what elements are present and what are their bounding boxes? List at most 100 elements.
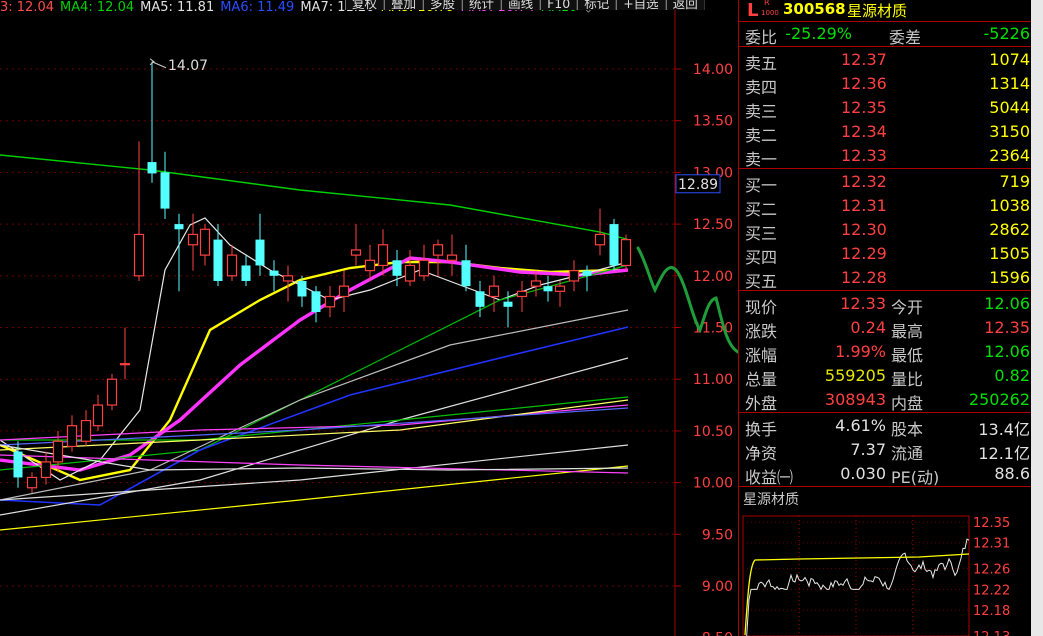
candle-down bbox=[269, 270, 279, 276]
candle-up bbox=[106, 378, 118, 406]
quote-value-2: 12.06 bbox=[984, 342, 1030, 361]
toolbar-btn-7[interactable]: +自选 bbox=[616, 0, 666, 10]
sell-price: 12.35 bbox=[841, 98, 887, 117]
candle-down bbox=[461, 260, 471, 287]
buy-label: 买三 bbox=[745, 224, 778, 243]
ma-legend-2: MA5: 11.81 bbox=[140, 0, 215, 15]
quote-label-2: 最高 bbox=[891, 322, 924, 341]
toolbar-btn-8[interactable]: 返回 bbox=[665, 0, 705, 10]
buy-row-1: 买二 12.31 1038 bbox=[739, 194, 1032, 219]
candle-up bbox=[40, 461, 52, 479]
sell-label: 卖二 bbox=[745, 126, 778, 145]
fund-row-1: 净资 7.37 流通 12.1亿 bbox=[739, 438, 1032, 463]
price-tick: 9.00 bbox=[702, 579, 733, 595]
fund-value: 0.030 bbox=[840, 464, 886, 483]
kline-chart[interactable]: 14.00 13.50 13.00 12.50 12.00 11.50 11.00 10.50… bbox=[0, 0, 738, 636]
fund-label-2: 股本 bbox=[891, 420, 924, 439]
price-tick: 10.00 bbox=[693, 476, 733, 492]
sell-label: 卖四 bbox=[745, 78, 778, 97]
candle-down bbox=[475, 291, 485, 307]
toolbar-btn-1[interactable]: 叠加 bbox=[384, 0, 424, 10]
candle-up bbox=[133, 233, 145, 277]
toolbar-btn-0[interactable]: 复权 bbox=[345, 0, 385, 10]
fund-value: 7.37 bbox=[850, 440, 886, 459]
buy-label: 买四 bbox=[745, 248, 778, 267]
candle-up bbox=[432, 244, 444, 256]
buy-row-3: 买四 12.29 1505 bbox=[739, 242, 1032, 267]
quote-label: 总量 bbox=[745, 370, 778, 389]
price-tick: 9.50 bbox=[702, 527, 733, 543]
candle-up bbox=[620, 239, 632, 267]
fund-label-2: 流通 bbox=[891, 444, 924, 463]
candle-up bbox=[338, 285, 350, 298]
weibi-label: 委比 bbox=[745, 28, 778, 47]
ma-green-top bbox=[0, 154, 631, 241]
mini-price-line bbox=[746, 538, 970, 636]
ma-white-low bbox=[0, 444, 629, 501]
ma-magenta-thick bbox=[0, 256, 629, 472]
fund-label-2: PE(动) bbox=[891, 468, 940, 487]
candle-down bbox=[241, 265, 251, 281]
candle-up bbox=[446, 254, 458, 261]
sell-label: 卖一 bbox=[745, 150, 778, 169]
buy-row-4: 买五 12.28 1596 bbox=[739, 266, 1032, 291]
quote-label-2: 量比 bbox=[891, 370, 924, 389]
candle-up bbox=[554, 285, 566, 292]
buy-row-0: 买一 12.32 719 bbox=[739, 170, 1032, 195]
price-tick: 10.50 bbox=[693, 424, 733, 440]
buy-volume: 719 bbox=[999, 172, 1030, 191]
toolbar-btn-6[interactable]: 标记 bbox=[577, 0, 617, 10]
candle-up bbox=[66, 425, 78, 448]
ma-legend-1: MA4: 12.04 bbox=[60, 0, 135, 15]
toolbar-btn-5[interactable]: F10 bbox=[540, 0, 578, 10]
price-tick: 14.00 bbox=[693, 62, 733, 78]
toolbar-btn-2[interactable]: 多股 bbox=[423, 0, 463, 10]
fund-value-2: 88.6 bbox=[994, 464, 1030, 483]
current-price-label: 12.89 bbox=[678, 177, 718, 193]
weicha-value: -5226 bbox=[983, 24, 1031, 43]
mini-price-tick: 12.35 bbox=[973, 516, 1010, 531]
candle-down bbox=[160, 172, 170, 209]
quote-row-0: 现价 12.33 今开 12.06 bbox=[739, 292, 1032, 317]
candle-up bbox=[364, 259, 376, 272]
candle-down bbox=[174, 224, 184, 230]
buy-volume: 1038 bbox=[989, 196, 1030, 215]
price-tick: 13.50 bbox=[693, 114, 733, 130]
mini-chart-title: 星源材质 bbox=[743, 492, 799, 508]
intraday-mini-chart[interactable]: 12.35 12.31 12.26 12.22 12.18 12.13 bbox=[739, 510, 1032, 636]
sell-row-0: 卖五 12.37 1074 bbox=[739, 48, 1032, 73]
quote-value: 1.99% bbox=[835, 342, 886, 361]
quote-row-1: 涨跌 0.24 最高 12.35 bbox=[739, 316, 1032, 341]
toolbar-btn-4[interactable]: 画线 bbox=[501, 0, 541, 10]
buy-label: 买一 bbox=[745, 176, 778, 195]
sell-volume: 1314 bbox=[989, 74, 1030, 93]
quote-value-2: 0.82 bbox=[994, 366, 1030, 385]
candle-down bbox=[213, 239, 223, 281]
weicha-label: 委差 bbox=[889, 28, 922, 47]
fund-value-2: 13.4亿 bbox=[978, 420, 1030, 439]
stock-logo: L bbox=[747, 0, 759, 21]
mini-avg-line bbox=[744, 553, 970, 636]
buy-volume: 1505 bbox=[989, 244, 1030, 263]
quote-value: 308943 bbox=[824, 390, 886, 409]
quote-label-2: 今开 bbox=[891, 298, 924, 317]
quote-row-2: 涨幅 1.99% 最低 12.06 bbox=[739, 340, 1032, 365]
sell-row-3: 卖二 12.34 3150 bbox=[739, 120, 1032, 145]
candle-up bbox=[92, 404, 104, 427]
candle-down bbox=[582, 270, 592, 276]
toolbar-btn-3[interactable]: 统计 bbox=[462, 0, 502, 10]
stock-logo-sup: R bbox=[764, 0, 770, 7]
quote-row-4: 外盘 308943 内盘 250262 bbox=[739, 388, 1032, 413]
candle-down bbox=[609, 224, 619, 266]
mini-price-tick: 12.22 bbox=[973, 583, 1010, 598]
candle-up bbox=[80, 419, 92, 442]
ma-legend-0: 3: 12.04 bbox=[0, 0, 54, 15]
kline-plot[interactable]: 14.0013.5013.0012.5012.0011.5011.0010.50… bbox=[0, 0, 738, 636]
candle-up bbox=[226, 254, 238, 277]
quote-row-3: 总量 559205 量比 0.82 bbox=[739, 364, 1032, 389]
fund-value: 4.61% bbox=[835, 416, 886, 435]
fund-value-2: 12.1亿 bbox=[978, 444, 1030, 463]
price-tick: 12.50 bbox=[693, 217, 733, 233]
window-edge-strip bbox=[1031, 0, 1043, 636]
sell-price: 12.37 bbox=[841, 50, 887, 69]
